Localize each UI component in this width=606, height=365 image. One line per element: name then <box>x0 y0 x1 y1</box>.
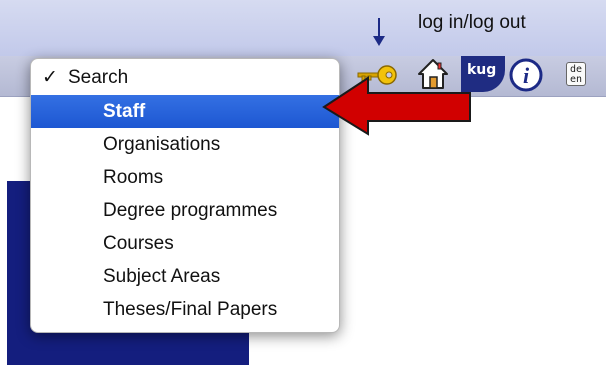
login-annotation-label: log in/log out <box>418 12 526 33</box>
down-arrow-annotation <box>373 18 385 46</box>
info-icon-letter: i <box>523 63 530 88</box>
menu-item-theses[interactable]: Theses/Final Papers <box>31 293 339 326</box>
menu-item-organisations[interactable]: Organisations <box>31 128 339 161</box>
red-pointer-arrow <box>322 76 471 136</box>
info-icon[interactable]: i <box>509 58 543 92</box>
menu-item-staff[interactable]: Staff <box>31 95 339 128</box>
menu-item-subject-areas[interactable]: Subject Areas <box>31 260 339 293</box>
menu-item-rooms[interactable]: Rooms <box>31 161 339 194</box>
search-dropdown-menu[interactable]: ✓ Search Staff Organisations Rooms Degree… <box>30 58 340 333</box>
menu-item-degree-programmes[interactable]: Degree programmes <box>31 194 339 227</box>
menu-item-search-label: Search <box>68 67 129 88</box>
checkmark-icon: ✓ <box>42 67 58 88</box>
menu-item-courses[interactable]: Courses <box>31 227 339 260</box>
menu-item-search[interactable]: ✓ Search <box>31 61 339 94</box>
lang-en: en <box>569 74 583 85</box>
language-icon[interactable]: de en <box>566 62 586 86</box>
